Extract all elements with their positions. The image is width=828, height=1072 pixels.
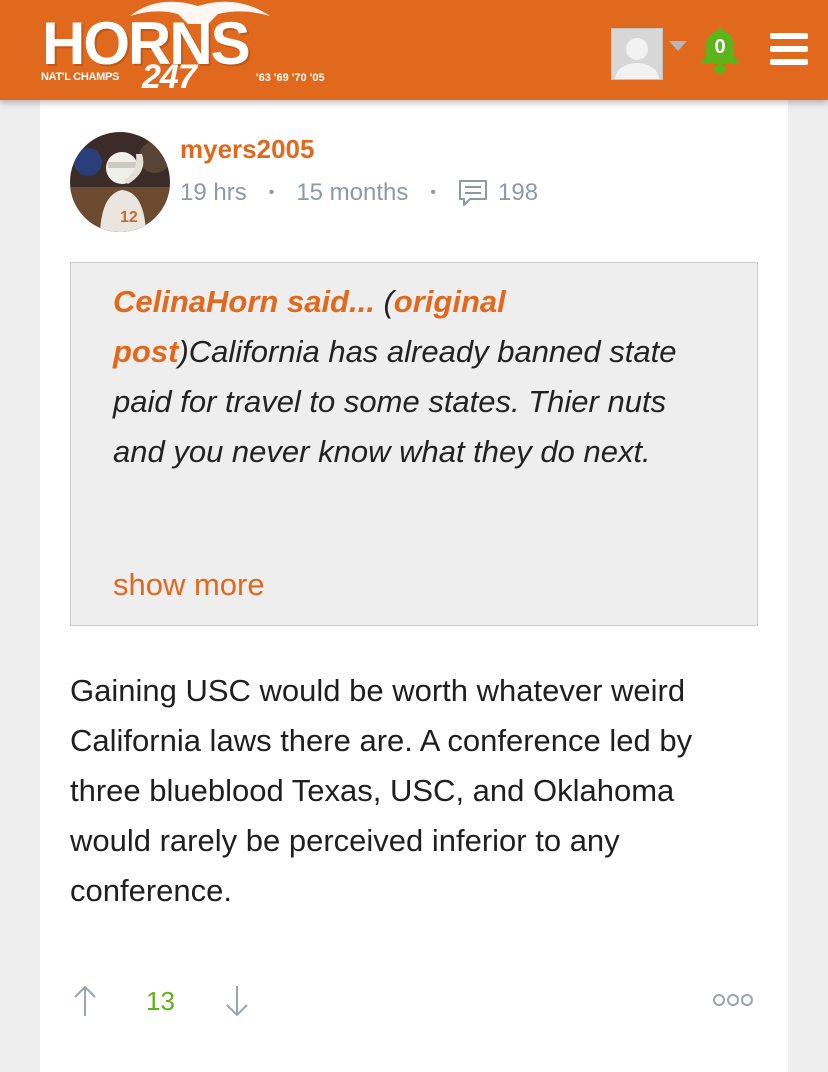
member-duration: 15 months <box>296 179 409 206</box>
hamburger-menu-icon[interactable] <box>770 33 808 65</box>
upvote-arrow-icon[interactable] <box>72 984 98 1018</box>
notifications-button[interactable]: 0 <box>698 24 742 76</box>
account-avatar[interactable] <box>611 28 663 80</box>
show-more-link[interactable]: show more <box>113 567 265 603</box>
user-photo: 12 <box>70 132 170 232</box>
logo-natl-champs: NAT'L CHAMPS <box>41 71 120 83</box>
account-dropdown-caret-icon[interactable] <box>669 41 687 51</box>
quote-body: California has already banned state paid… <box>113 334 677 469</box>
meta-separator: • <box>430 184 436 201</box>
post-card: 12 myers2005 19 hrs • 15 months • 198 Ce… <box>40 92 788 1072</box>
horns247-logo[interactable]: HORNS NAT'L CHAMPS 247 '63 '69 '70 '05 <box>38 0 368 100</box>
more-options-icon[interactable] <box>712 992 754 1008</box>
default-user-icon <box>615 38 659 79</box>
post-meta: 19 hrs • 15 months • 198 <box>180 178 538 208</box>
site-header: HORNS NAT'L CHAMPS 247 '63 '69 '70 '05 0 <box>0 0 828 100</box>
comment-count-icon <box>459 180 487 206</box>
post-username[interactable]: myers2005 <box>180 134 314 165</box>
post-time: 19 hrs <box>180 179 247 206</box>
quote-author[interactable]: CelinaHorn said... <box>113 284 375 319</box>
downvote-arrow-icon[interactable] <box>224 984 250 1018</box>
quote-text: CelinaHorn said... (original post)Califo… <box>113 277 713 477</box>
quoted-post: CelinaHorn said... (original post)Califo… <box>70 262 758 626</box>
meta-separator: • <box>268 184 275 201</box>
user-comment-count: 198 <box>498 179 539 206</box>
svg-text:12: 12 <box>120 209 138 226</box>
notification-count: 0 <box>714 36 726 58</box>
quote-paren-open: ( <box>374 284 394 319</box>
quote-paren-close: ) <box>178 334 189 369</box>
user-avatar[interactable]: 12 <box>70 132 170 232</box>
post-body: Gaining USC would be worth whatever weir… <box>70 673 693 908</box>
logo-championship-years: '63 '69 '70 '05 <box>256 72 325 84</box>
vote-count: 13 <box>146 986 175 1016</box>
logo-247: 247 <box>142 58 197 96</box>
